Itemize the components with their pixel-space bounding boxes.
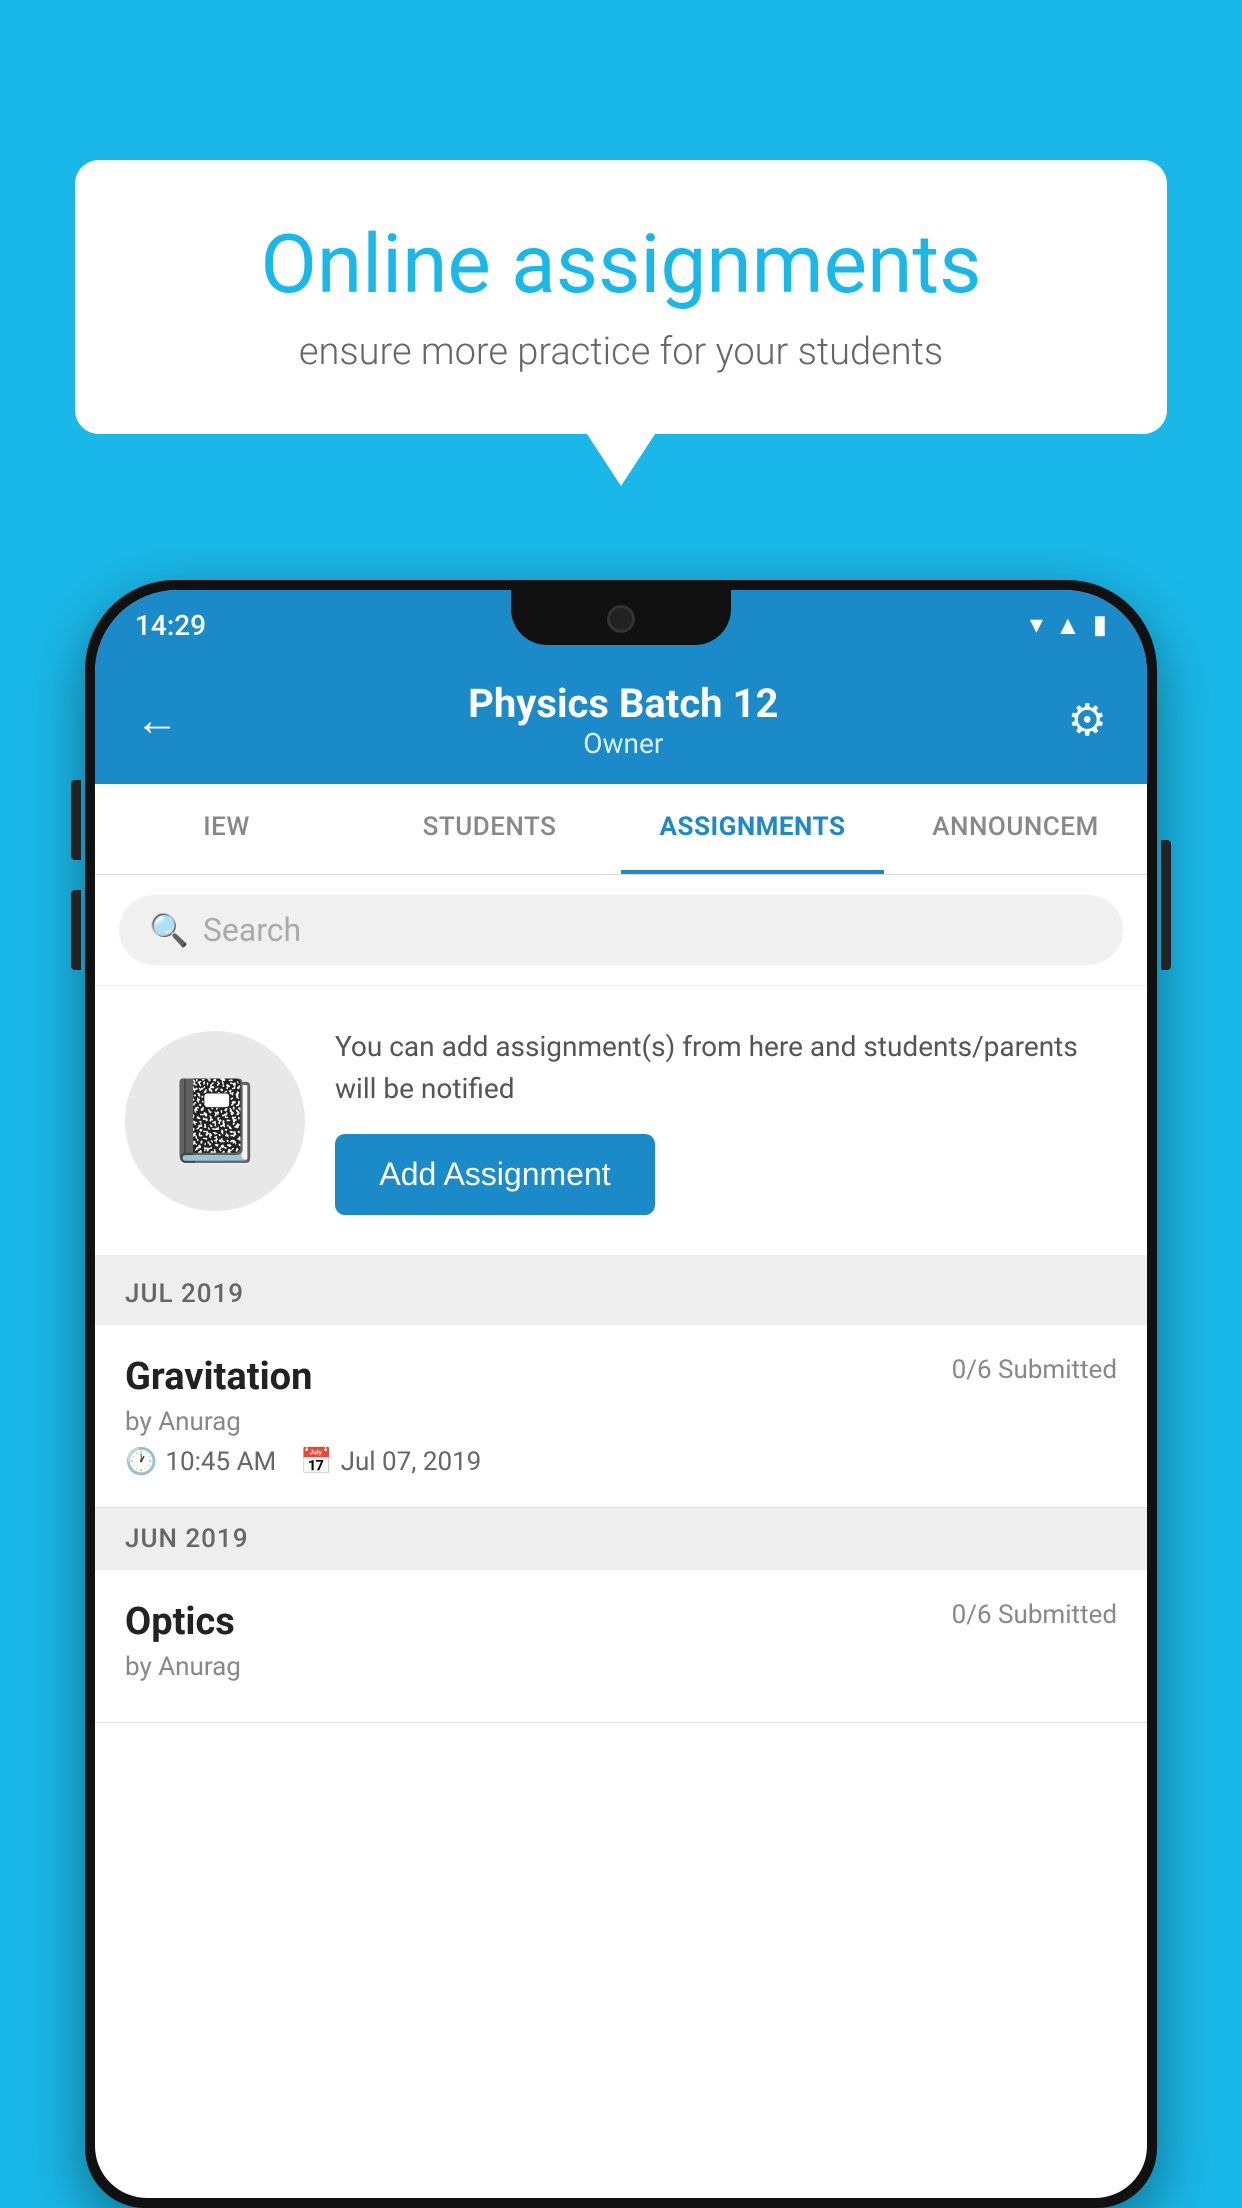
header-center: Physics Batch 12 Owner [179, 680, 1068, 760]
battery-icon: ▮ [1093, 610, 1107, 640]
section-label-jul: JUL 2019 [125, 1279, 244, 1309]
clock-icon: 🕐 [125, 1447, 157, 1477]
empty-state: 📓 You can add assignment(s) from here an… [95, 986, 1147, 1263]
phone-power-button [1161, 840, 1171, 970]
speech-bubble: Online assignments ensure more practice … [75, 160, 1167, 434]
tab-announcements[interactable]: ANNOUNCEM [884, 784, 1147, 874]
date-value-gravitation: Jul 07, 2019 [341, 1447, 482, 1477]
tab-bar: IEW STUDENTS ASSIGNMENTS ANNOUNCEM [95, 784, 1147, 875]
settings-icon[interactable]: ⚙ [1068, 694, 1107, 746]
speech-bubble-title: Online assignments [145, 220, 1097, 310]
search-placeholder: Search [203, 911, 301, 949]
assignment-time-gravitation: 🕐 10:45 AM [125, 1447, 276, 1477]
assignment-meta-gravitation: 🕐 10:45 AM 📅 Jul 07, 2019 [125, 1447, 1117, 1477]
signal-icon: ▲ [1055, 610, 1081, 641]
phone-camera [607, 605, 635, 633]
status-icons: ▾ ▲ ▮ [1030, 610, 1107, 641]
section-jul-2019: JUL 2019 [95, 1263, 1147, 1325]
section-label-jun: JUN 2019 [125, 1524, 248, 1554]
phone-screen: 14:29 ▾ ▲ ▮ ← Physics Batch 12 Owner ⚙ I… [95, 590, 1147, 2198]
empty-description: You can add assignment(s) from here and … [335, 1026, 1117, 1110]
speech-bubble-subtitle: ensure more practice for your students [145, 330, 1097, 374]
notebook-icon: 📓 [165, 1074, 265, 1168]
speech-bubble-container: Online assignments ensure more practice … [75, 160, 1167, 434]
phone-volume-up-button [71, 780, 81, 860]
assignment-author-optics: by Anurag [125, 1652, 1117, 1682]
search-icon: 🔍 [149, 911, 189, 949]
assignment-row-top: Gravitation 0/6 Submitted [125, 1355, 1117, 1399]
app-header: ← Physics Batch 12 Owner ⚙ [95, 660, 1147, 784]
assignment-item-optics[interactable]: Optics 0/6 Submitted by Anurag [95, 1570, 1147, 1723]
tab-iew[interactable]: IEW [95, 784, 358, 874]
section-jun-2019: JUN 2019 [95, 1508, 1147, 1570]
assignment-icon-circle: 📓 [125, 1031, 305, 1211]
phone-volume-down-button [71, 890, 81, 970]
header-title: Physics Batch 12 [179, 680, 1068, 727]
tab-assignments[interactable]: ASSIGNMENTS [621, 784, 884, 874]
assignment-submitted-optics: 0/6 Submitted [952, 1600, 1117, 1630]
add-assignment-button[interactable]: Add Assignment [335, 1134, 655, 1215]
phone-notch [511, 590, 731, 645]
assignment-name-gravitation: Gravitation [125, 1355, 312, 1399]
assignment-submitted-gravitation: 0/6 Submitted [952, 1355, 1117, 1385]
assignment-item-gravitation[interactable]: Gravitation 0/6 Submitted by Anurag 🕐 10… [95, 1325, 1147, 1508]
assignment-author-gravitation: by Anurag [125, 1407, 1117, 1437]
back-button[interactable]: ← [135, 694, 179, 746]
header-subtitle: Owner [179, 727, 1068, 760]
tab-students[interactable]: STUDENTS [358, 784, 621, 874]
assignment-name-optics: Optics [125, 1600, 235, 1644]
wifi-icon: ▾ [1030, 610, 1043, 640]
assignment-row-top-optics: Optics 0/6 Submitted [125, 1600, 1117, 1644]
status-time: 14:29 [135, 609, 206, 642]
search-bar[interactable]: 🔍 Search [119, 895, 1123, 965]
empty-text-section: You can add assignment(s) from here and … [335, 1026, 1117, 1215]
phone-frame: 14:29 ▾ ▲ ▮ ← Physics Batch 12 Owner ⚙ I… [85, 580, 1157, 2208]
search-container: 🔍 Search [95, 875, 1147, 986]
time-value-gravitation: 10:45 AM [165, 1447, 276, 1477]
calendar-icon: 📅 [300, 1447, 332, 1477]
assignment-date-gravitation: 📅 Jul 07, 2019 [300, 1447, 481, 1477]
